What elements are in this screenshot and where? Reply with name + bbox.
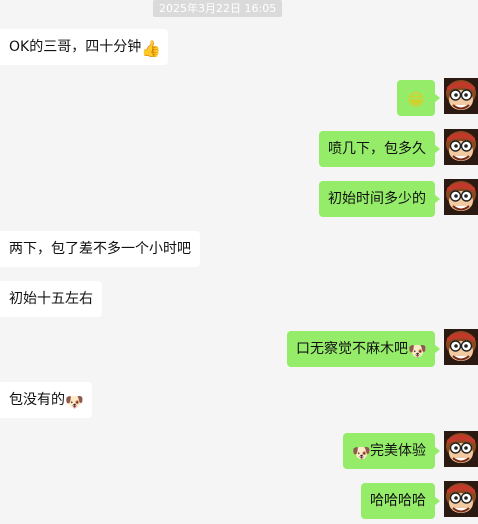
message-text: 初始时间多少的 [328,191,426,207]
monkey-avatar-icon [444,78,478,114]
monkey-avatar-icon [444,129,478,165]
message-text: 包没有的 [9,392,65,408]
chat-area[interactable]: 2025年3月22日 16:05 OK的三哥，四十分钟👍 😁 喷几下，包多久 初… [0,0,478,524]
doge-emoji-icon: 🐶 [65,393,84,411]
message-row: 初始时间多少的 [0,179,478,219]
grin-emoji-icon: 😁 [407,90,425,109]
message-timestamp: 2025年3月22日 16:05 [153,0,283,17]
monkey-avatar-icon [444,431,478,467]
message-bubble-sent[interactable]: 初始时间多少的 [319,181,440,217]
avatar[interactable] [444,329,478,365]
monkey-avatar-icon [444,329,478,365]
message-bubble-received[interactable]: 初始十五左右 [0,281,102,317]
message-row: OK的三哥，四十分钟👍 [0,27,478,67]
message-row: 两下，包了差不多一个小时吧 [0,229,478,269]
message-row: 口无察觉不麻木吧🐶 [0,329,478,369]
doge-emoji-icon: 🐶 [352,444,371,462]
message-row: 🐶完美体验 [0,431,478,471]
message-bubble-sent[interactable]: 喷几下，包多久 [319,131,440,167]
avatar[interactable] [444,129,478,165]
message-bubble-sent[interactable]: 🐶完美体验 [343,433,440,469]
message-text: OK的三哥，四十分钟 [9,39,142,55]
message-bubble-received[interactable]: 两下，包了差不多一个小时吧 [0,231,200,267]
thumbs-up-icon: 👍 [141,39,162,58]
message-bubble-received[interactable]: 包没有的🐶 [0,382,92,418]
message-text: 完美体验 [370,443,426,459]
message-text: 喷几下，包多久 [328,141,426,157]
avatar[interactable] [444,431,478,467]
message-row: 😁 [0,78,478,118]
message-bubble-sent[interactable]: 😁 [397,80,440,116]
message-row: 喷几下，包多久 [0,129,478,169]
message-row: 哈哈哈哈 [0,481,478,521]
monkey-avatar-icon [444,179,478,215]
message-bubble-sent[interactable]: 口无察觉不麻木吧🐶 [287,331,440,367]
message-text: 初始十五左右 [9,291,93,307]
doge-emoji-icon: 🐶 [408,342,427,360]
message-bubble-received[interactable]: OK的三哥，四十分钟👍 [0,29,169,65]
avatar[interactable] [444,78,478,114]
message-text: 口无察觉不麻木吧 [296,341,408,357]
message-row: 初始十五左右 [0,279,478,319]
message-row: 包没有的🐶 [0,380,478,420]
message-text: 哈哈哈哈 [370,493,426,509]
avatar[interactable] [444,179,478,215]
message-text: 两下，包了差不多一个小时吧 [9,241,191,257]
avatar[interactable] [444,481,478,517]
monkey-avatar-icon [444,481,478,517]
message-bubble-sent[interactable]: 哈哈哈哈 [361,483,440,519]
